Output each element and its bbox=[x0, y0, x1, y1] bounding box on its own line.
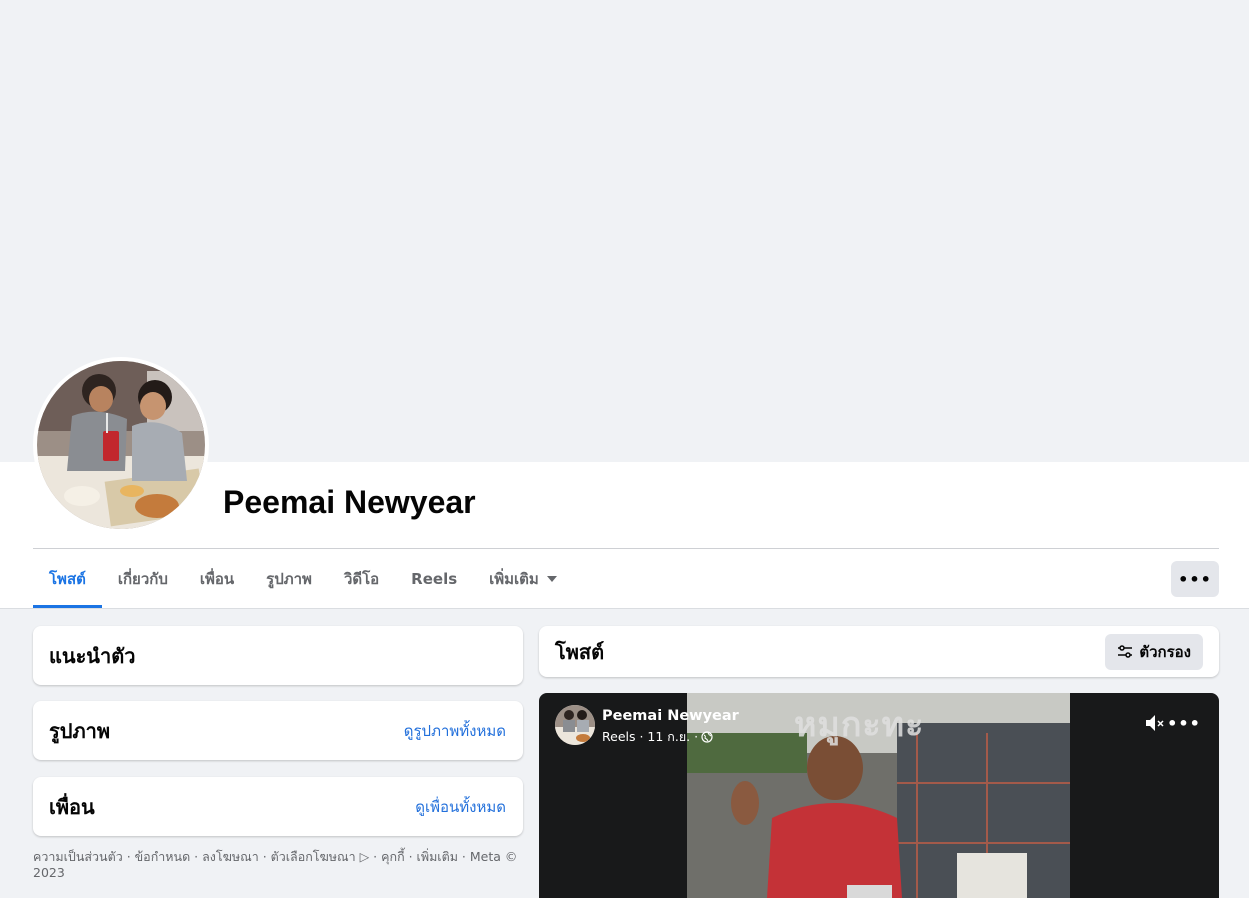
intro-card-title: แนะนำตัว bbox=[49, 643, 136, 668]
photos-card-title: รูปภาพ bbox=[49, 718, 111, 743]
profile-tabs: โพสต์ เกี่ยวกับ เพื่อน รูปภาพ วิดีโอ Ree… bbox=[33, 550, 573, 608]
speaker-muted-icon[interactable] bbox=[1143, 711, 1167, 735]
header-divider bbox=[33, 548, 1219, 549]
tab-about-label: เกี่ยวกับ bbox=[117, 570, 168, 588]
profile-avatar[interactable] bbox=[33, 357, 209, 533]
header-bottom-border bbox=[0, 608, 1249, 609]
filter-sliders-icon bbox=[1118, 645, 1133, 658]
tab-reels-label: Reels bbox=[411, 570, 458, 588]
chevron-down-icon bbox=[546, 576, 557, 582]
filter-button[interactable]: ตัวกรอง bbox=[1105, 634, 1203, 670]
reel-more-options-icon[interactable]: ••• bbox=[1167, 711, 1200, 735]
see-all-photos-link[interactable]: ดูรูปภาพทั้งหมด bbox=[404, 719, 506, 743]
reel-author-name[interactable]: Peemai Newyear bbox=[602, 708, 739, 724]
profile-name: Peemai Newyear bbox=[223, 484, 476, 520]
reel-post[interactable]: หมูกะทะ Peemai Newyear Reels · 11 ก.ย. · bbox=[539, 693, 1219, 898]
footer-links[interactable]: ความเป็นส่วนตัว · ข้อกำหนด · ลงโฆษณา · ต… bbox=[33, 849, 523, 881]
tab-more-label: เพิ่มเติม bbox=[489, 570, 539, 588]
tab-friends-label: เพื่อน bbox=[199, 570, 235, 588]
reel-meta-text: Reels · 11 ก.ย. · bbox=[602, 729, 699, 744]
tab-reels[interactable]: Reels bbox=[395, 550, 473, 608]
tab-photos-label: รูปภาพ bbox=[266, 570, 312, 588]
tab-friends[interactable]: เพื่อน bbox=[184, 550, 250, 608]
posts-card-title: โพสต์ bbox=[555, 639, 605, 664]
friends-card-title: เพื่อน bbox=[49, 794, 95, 819]
photos-card: รูปภาพ ดูรูปภาพทั้งหมด bbox=[33, 701, 523, 760]
tab-posts[interactable]: โพสต์ bbox=[33, 550, 102, 608]
filter-button-label: ตัวกรอง bbox=[1139, 643, 1191, 661]
see-all-friends-link[interactable]: ดูเพื่อนทั้งหมด bbox=[415, 795, 506, 819]
tab-videos-label: วิดีโอ bbox=[343, 570, 380, 588]
tab-photos[interactable]: รูปภาพ bbox=[250, 550, 328, 608]
more-dots-icon: ••• bbox=[1178, 569, 1212, 589]
reel-meta: Reels · 11 ก.ย. · bbox=[602, 727, 713, 747]
posts-header-card: โพสต์ ตัวกรอง bbox=[539, 626, 1219, 677]
intro-card: แนะนำตัว bbox=[33, 626, 523, 685]
avatar-photo bbox=[37, 361, 205, 529]
tab-more[interactable]: เพิ่มเติม bbox=[473, 550, 573, 608]
reel-author-avatar-photo bbox=[555, 705, 595, 745]
profile-page: Peemai Newyear โพสต์ เกี่ยวกับ เพื่อน รู… bbox=[0, 0, 1249, 898]
profile-more-button[interactable]: ••• bbox=[1171, 561, 1219, 597]
tab-about[interactable]: เกี่ยวกับ bbox=[102, 550, 184, 608]
globe-icon[interactable] bbox=[701, 731, 713, 743]
tab-videos[interactable]: วิดีโอ bbox=[328, 550, 395, 608]
tab-posts-label: โพสต์ bbox=[49, 570, 86, 588]
friends-card: เพื่อน ดูเพื่อนทั้งหมด bbox=[33, 777, 523, 836]
reel-author-avatar[interactable] bbox=[555, 705, 595, 745]
reel-overlay-caption: หมูกะทะ bbox=[794, 705, 925, 745]
